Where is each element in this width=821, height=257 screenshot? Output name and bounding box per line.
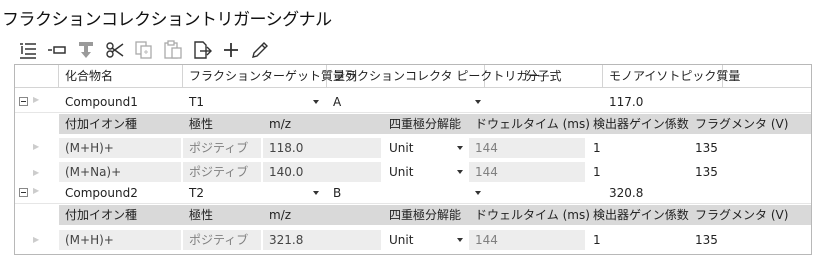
target-select[interactable]: T1 [183,92,323,112]
child-col-gain[interactable]: 検出器ゲイン係数 [587,114,691,134]
adduct-gain[interactable]: 1 [587,138,687,158]
child-col-dwell[interactable]: ドウェルタイム (ms) [469,114,593,134]
child-col-polarity[interactable]: 極性 [183,114,243,134]
adduct-ion[interactable]: (M+H)+ [59,138,181,158]
list-icon[interactable] [16,39,40,61]
adduct-dwell: 144 [469,230,585,250]
col-header-compound[interactable]: 化合物名 [59,65,183,87]
dropdown-arrow-icon[interactable] [457,170,463,174]
adduct-polarity: ポジティブ [183,162,261,182]
add-icon[interactable] [219,39,243,61]
adduct-header: 付加イオン種 極性 m/z 四重極分解能 ドウェルタイム (ms) 検出器ゲイン… [59,205,811,225]
compound-name[interactable]: Compound1 [59,92,183,112]
col-header-target[interactable]: フラクションターゲット質量列 [183,65,357,87]
adduct-fragmentor[interactable]: 135 [689,138,809,158]
collapse-toggle-icon[interactable] [19,97,28,106]
compound-name[interactable]: Compound2 [59,183,183,203]
row-indicator-icon: ▶ [33,168,40,177]
adduct-mz[interactable]: 321.8 [263,230,381,250]
target-select[interactable]: T2 [183,183,323,203]
child-col-mz[interactable]: m/z [263,205,383,225]
adduct-fragmentor[interactable]: 135 [689,230,809,250]
adduct-row[interactable]: (M+H)+ ポジティブ 321.8 Unit 144 1 135 [59,230,811,250]
dropdown-arrow-icon[interactable] [475,100,481,104]
col-header-mono-mass[interactable]: モノアイソトピック質量 [603,65,740,87]
mono-mass-cell[interactable]: 320.8 [603,183,723,203]
formula-cell[interactable] [485,183,603,203]
adduct-polarity: ポジティブ [183,138,261,158]
save-down-icon[interactable] [74,39,98,61]
collapse-toggle-icon[interactable] [19,188,28,197]
trigger-value: B [333,186,342,200]
col-header-formula[interactable]: 分子式 [485,65,603,87]
adduct-polarity: ポジティブ [183,230,261,250]
mono-mass-cell[interactable]: 117.0 [603,92,723,112]
adduct-dwell: 144 [469,162,585,182]
child-col-ion[interactable]: 付加イオン種 [59,205,183,225]
compound-row[interactable]: ▶ Compound2 T2 B 320.8 [15,183,811,204]
dropdown-arrow-icon[interactable] [457,146,463,150]
adduct-row[interactable]: (M+H)+ ポジティブ 118.0 Unit 144 1 135 [59,138,811,158]
toolbar [16,38,277,62]
adduct-row[interactable]: (M+Na)+ ポジティブ 140.0 Unit 144 1 135 [59,162,811,182]
adduct-gain[interactable]: 1 [587,162,687,182]
child-col-ion[interactable]: 付加イオン種 [59,114,183,134]
grid-header: 化合物名 フラクションターゲット質量列 フラクションコレクタ ピークトリガー 分… [15,65,811,88]
adduct-dwell: 144 [469,138,585,158]
resolution-value: Unit [389,165,414,179]
adduct-mz[interactable]: 118.0 [263,138,381,158]
resolution-value: Unit [389,141,414,155]
resolution-select[interactable]: Unit [383,230,467,250]
row-indicator-icon: ▶ [33,95,40,104]
row-indicator-icon: ▶ [33,142,40,151]
trigger-select[interactable]: B [327,183,485,203]
dropdown-arrow-icon[interactable] [313,100,319,104]
child-col-dwell[interactable]: ドウェルタイム (ms) [469,205,593,225]
row-indicator-icon: ▶ [33,235,40,244]
trigger-select[interactable]: A [327,92,485,112]
child-col-resolution[interactable]: 四重極分解能 [383,205,473,225]
child-col-fragmentor[interactable]: フラグメンタ (V) [689,114,809,134]
adduct-header: 付加イオン種 極性 m/z 四重極分解能 ドウェルタイム (ms) 検出器ゲイン… [59,114,811,134]
child-col-gain[interactable]: 検出器ゲイン係数 [587,205,691,225]
cut-icon[interactable] [103,39,127,61]
copy-icon[interactable] [132,39,156,61]
adduct-ion[interactable]: (M+H)+ [59,230,181,250]
adduct-gain[interactable]: 1 [587,230,687,250]
header-spacer [15,65,59,87]
child-col-fragmentor[interactable]: フラグメンタ (V) [689,205,809,225]
formula-cell[interactable] [485,92,603,112]
resolution-value: Unit [389,233,414,247]
dropdown-arrow-icon[interactable] [457,238,463,242]
adduct-mz[interactable]: 140.0 [263,162,381,182]
export-icon[interactable] [190,39,214,61]
resolution-select[interactable]: Unit [383,162,467,182]
dropdown-arrow-icon[interactable] [475,191,481,195]
row-indicator-icon: ▶ [33,186,40,195]
data-grid: 化合物名 フラクションターゲット質量列 フラクションコレクタ ピークトリガー 分… [14,64,812,255]
compound-row[interactable]: ▶ Compound1 T1 A 117.0 [15,92,811,113]
trigger-value: A [333,95,342,109]
target-value: T2 [189,186,204,200]
child-col-resolution[interactable]: 四重極分解能 [383,114,473,134]
col-header-trigger[interactable]: フラクションコレクタ ピークトリガー [327,65,540,87]
target-value: T1 [189,95,204,109]
dropdown-arrow-icon[interactable] [313,191,319,195]
edit-icon[interactable] [248,39,272,61]
child-col-mz[interactable]: m/z [263,114,383,134]
paste-icon[interactable] [161,39,185,61]
collapse-icon[interactable] [45,39,69,61]
child-col-polarity[interactable]: 極性 [183,205,243,225]
resolution-select[interactable]: Unit [383,138,467,158]
page-title: フラクションコレクショントリガーシグナル [2,10,332,30]
adduct-ion[interactable]: (M+Na)+ [59,162,181,182]
adduct-fragmentor[interactable]: 135 [689,162,809,182]
